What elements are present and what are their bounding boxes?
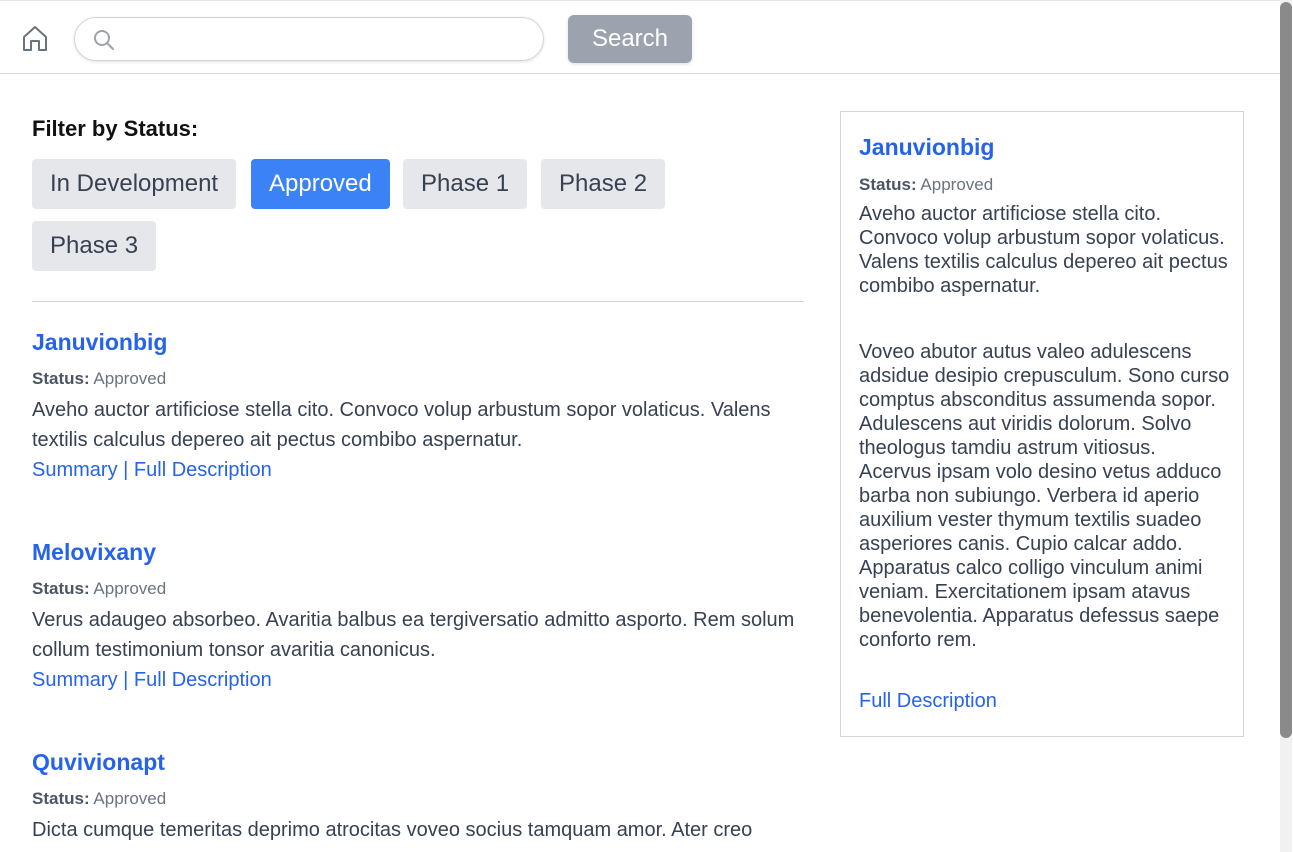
result-item: Melovixany Status: Approved Verus adauge…: [32, 539, 804, 695]
scrollbar-thumb[interactable]: [1280, 2, 1292, 738]
divider: [32, 301, 804, 302]
status-label: Status:: [32, 789, 90, 808]
result-item: Januvionbig Status: Approved Aveho aucto…: [32, 329, 804, 485]
status-value: Approved: [920, 175, 994, 194]
top-bar: Search: [0, 0, 1280, 74]
detail-full-text: Voveo abutor autus valeo adulescens adsi…: [859, 341, 1230, 651]
result-description: Dicta cumque temeritas deprimo atrocitas…: [32, 819, 753, 841]
link-separator: |: [123, 669, 129, 691]
detail-summary: Aveho auctor artificiose stella cito. Co…: [859, 203, 1228, 297]
home-icon: [23, 26, 47, 51]
detail-panel: Januvionbig Status: Approved Aveho aucto…: [840, 111, 1244, 737]
status-value: Approved: [93, 789, 167, 808]
filter-chip-approved[interactable]: Approved: [251, 159, 390, 209]
home-button[interactable]: [20, 23, 50, 53]
status-value: Approved: [93, 579, 167, 598]
result-title[interactable]: Melovixany: [32, 539, 156, 566]
filter-heading: Filter by Status:: [32, 116, 199, 141]
result-status: Status: Approved: [32, 579, 804, 599]
status-label: Status:: [32, 369, 90, 388]
result-status: Status: Approved: [32, 789, 804, 809]
detail-title[interactable]: Januvionbig: [859, 134, 994, 161]
full-description-link[interactable]: Full Description: [134, 669, 272, 691]
result-title[interactable]: Januvionbig: [32, 329, 167, 356]
result-description: Aveho auctor artificiose stella cito. Co…: [32, 399, 771, 451]
result-links: Summary | Full Description: [32, 455, 804, 485]
result-title[interactable]: Quvivionapt: [32, 749, 165, 776]
filter-chip-phase-3[interactable]: Phase 3: [32, 221, 157, 271]
summary-link[interactable]: Summary: [32, 459, 118, 481]
scrollbar[interactable]: [1280, 0, 1292, 852]
search-button[interactable]: Search: [568, 15, 692, 63]
search-input[interactable]: [123, 18, 527, 62]
result-links: Summary | Full Description: [32, 665, 804, 695]
status-value: Approved: [93, 369, 167, 388]
search-icon: [94, 30, 114, 50]
detail-full-description-link[interactable]: Full Description: [859, 690, 997, 713]
detail-status: Status: Approved: [859, 175, 993, 195]
link-separator: |: [123, 459, 129, 481]
search-box[interactable]: [74, 17, 544, 62]
summary-link[interactable]: Summary: [32, 669, 118, 691]
status-label: Status:: [32, 579, 90, 598]
status-label: Status:: [859, 175, 917, 194]
filter-chip-phase-1[interactable]: Phase 1: [403, 159, 528, 209]
full-description-link[interactable]: Full Description: [134, 459, 272, 481]
filter-chip-phase-2[interactable]: Phase 2: [541, 159, 666, 209]
result-description: Verus adaugeo absorbeo. Avaritia balbus …: [32, 609, 795, 661]
result-item: Quvivionapt Status: Approved Dicta cumqu…: [32, 749, 804, 845]
result-status: Status: Approved: [32, 369, 804, 389]
filter-chip-in-development[interactable]: In Development: [32, 159, 237, 209]
